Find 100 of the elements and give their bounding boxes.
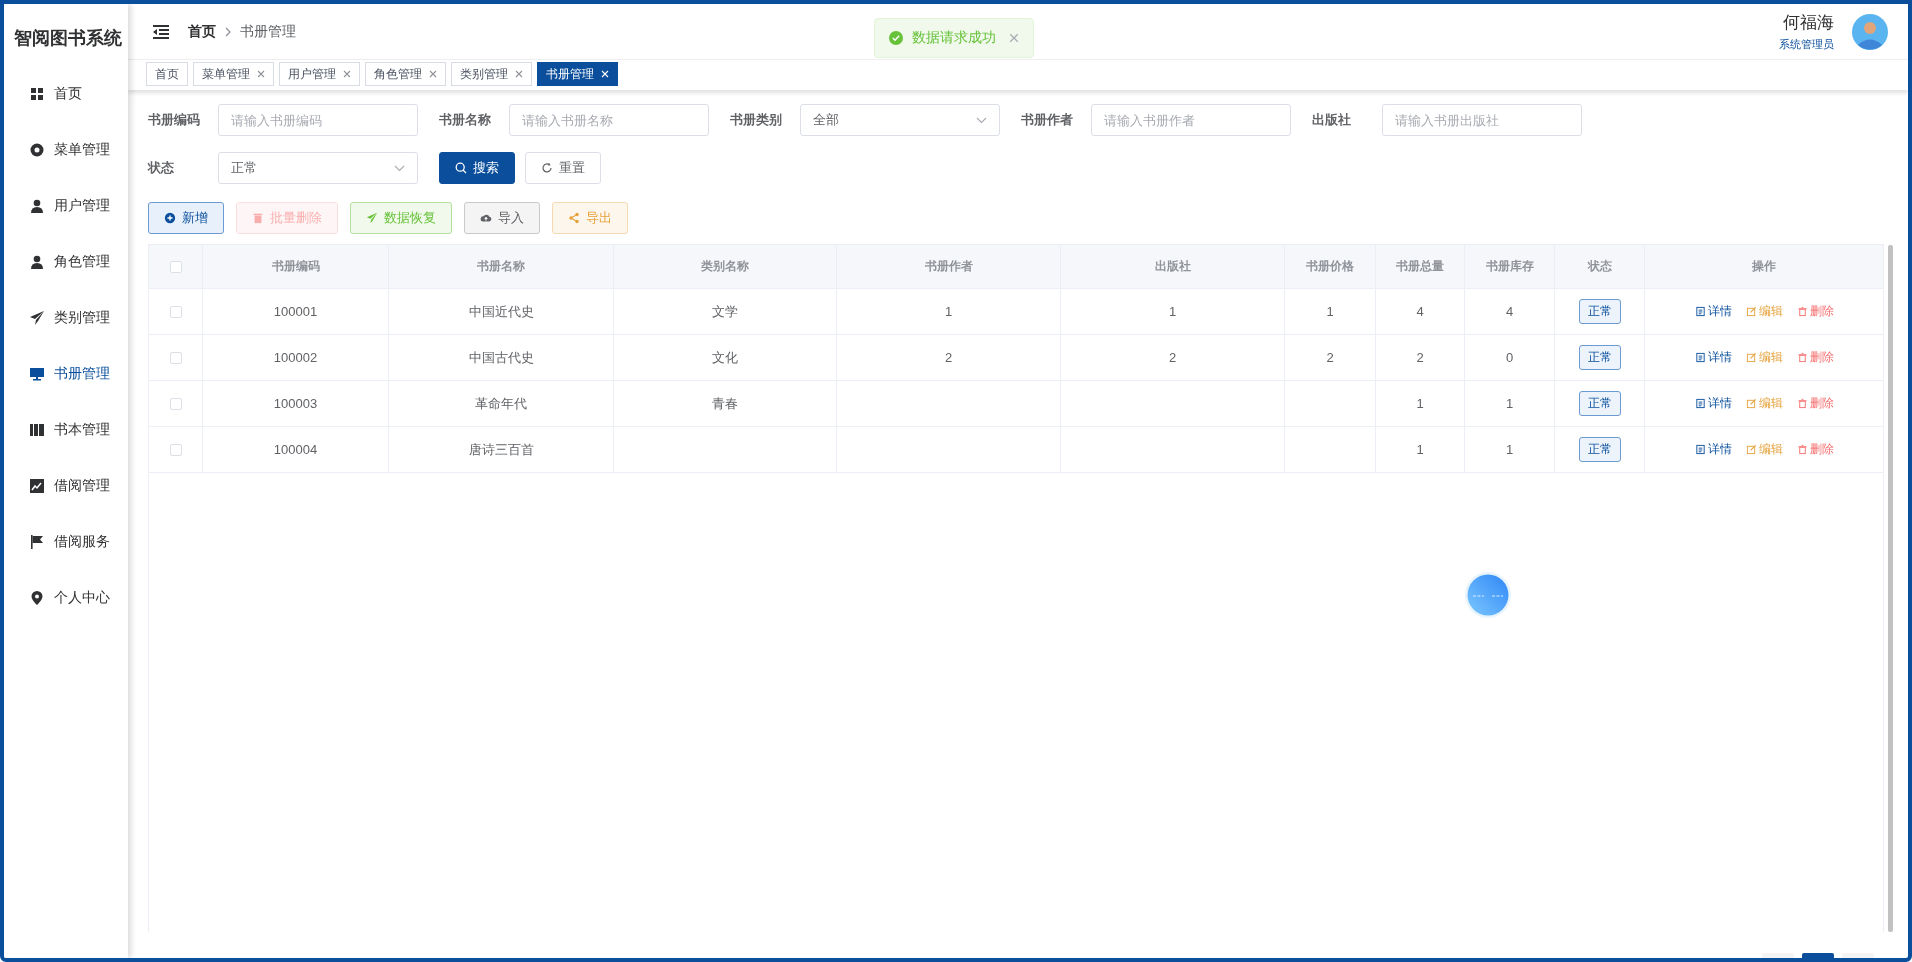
filter-label: 书册类别 xyxy=(730,111,783,129)
detail-link[interactable]: 详情 xyxy=(1694,441,1732,458)
reset-button[interactable]: 重置 xyxy=(525,152,601,184)
detail-link[interactable]: 详情 xyxy=(1694,303,1732,320)
table-cell: 1 xyxy=(837,289,1061,334)
table-cell: 青春 xyxy=(614,381,837,426)
input-field[interactable]: 请输入书册名称 xyxy=(509,104,709,136)
table-cell: 1 xyxy=(1285,289,1376,334)
input-field[interactable]: 请输入书册作者 xyxy=(1091,104,1291,136)
column-header: 书册库存 xyxy=(1465,245,1555,288)
sidebar-item[interactable]: 借阅服务 xyxy=(4,514,128,570)
select-field[interactable]: 正常 xyxy=(218,152,418,184)
table-cell: 2 xyxy=(837,335,1061,380)
column-header: 书册编码 xyxy=(203,245,389,288)
checkbox[interactable] xyxy=(169,305,182,318)
checkbox[interactable] xyxy=(169,397,182,410)
status-tag: 正常 xyxy=(1578,391,1621,416)
floating-ball-icon[interactable] xyxy=(1464,571,1512,619)
page-tab[interactable]: 用户管理 xyxy=(279,62,360,86)
avatar-icon[interactable] xyxy=(1852,13,1888,50)
search-icon xyxy=(455,162,467,174)
sidebar-item[interactable]: 书本管理 xyxy=(4,402,128,458)
sidebar-item[interactable]: 借阅管理 xyxy=(4,458,128,514)
monitor-icon xyxy=(29,366,45,382)
filter-label: 书册名称 xyxy=(439,111,492,129)
document-icon xyxy=(1694,444,1706,455)
breadcrumb-item[interactable]: 首页 xyxy=(188,22,216,41)
ring-icon xyxy=(29,142,45,158)
menu-toggle-icon[interactable] xyxy=(152,23,170,40)
pencil-icon xyxy=(1745,444,1757,455)
filter-label: 书册编码 xyxy=(148,111,201,129)
column-header: 操作 xyxy=(1751,258,1777,275)
sidebar-item[interactable]: 书册管理 xyxy=(4,346,128,402)
sidebar-item[interactable]: 首页 xyxy=(4,66,128,122)
sidebar-item[interactable]: 角色管理 xyxy=(4,234,128,290)
sidebar-item[interactable]: 类别管理 xyxy=(4,290,128,346)
paper-plane-icon xyxy=(29,310,45,326)
toolbar-button[interactable]: 新增 xyxy=(148,202,224,234)
location-pin-icon xyxy=(29,590,45,606)
input-field[interactable]: 请输入书册出版社 xyxy=(1382,104,1582,136)
filter-label: 书册作者 xyxy=(1021,111,1074,129)
status-tag: 正常 xyxy=(1578,345,1621,370)
sidebar-item[interactable]: 用户管理 xyxy=(4,178,128,234)
plus-circle-icon xyxy=(164,212,176,224)
table-cell: 唐诗三百首 xyxy=(389,427,614,472)
page-button[interactable] xyxy=(1802,953,1834,958)
cloud-upload-icon xyxy=(480,212,492,224)
table-cell: 1 xyxy=(1061,289,1285,334)
page-tab[interactable]: 菜单管理 xyxy=(193,62,274,86)
person-icon xyxy=(29,254,45,270)
table-cell: 中国近代史 xyxy=(389,289,614,334)
table-cell: 革命年代 xyxy=(389,381,614,426)
column-header: 状态 xyxy=(1555,245,1645,288)
table-cell: 100004 xyxy=(203,427,389,472)
filter-label: 出版社 xyxy=(1312,111,1352,129)
page-tab[interactable]: 类别管理 xyxy=(451,62,532,86)
table-cell: 100001 xyxy=(203,289,389,334)
table-cell: 1 xyxy=(1465,381,1555,426)
checkbox[interactable] xyxy=(169,260,182,273)
refresh-icon xyxy=(541,162,553,174)
document-icon xyxy=(1694,352,1706,363)
table-cell: 2 xyxy=(1061,335,1285,380)
filter-label: 状态 xyxy=(148,159,175,177)
table-cell: 文化 xyxy=(614,335,837,380)
chevron-down-icon xyxy=(976,116,987,124)
table-cell: 中国古代史 xyxy=(389,335,614,380)
toolbar-button[interactable]: 导入 xyxy=(464,202,540,234)
sidebar-item[interactable]: 菜单管理 xyxy=(4,122,128,178)
share-icon xyxy=(568,212,580,224)
detail-link[interactable]: 详情 xyxy=(1694,395,1732,412)
input-field[interactable]: 请输入书册编码 xyxy=(218,104,418,136)
checkbox[interactable] xyxy=(169,443,182,456)
status-tag: 正常 xyxy=(1578,437,1621,462)
app-title: 智阅图书系统 xyxy=(13,27,123,50)
column-header: 书册名称 xyxy=(389,245,614,288)
column-header: 书册作者 xyxy=(837,245,1061,288)
search-button[interactable]: 搜索 xyxy=(439,152,515,184)
trash-icon xyxy=(252,212,264,224)
scrollbar[interactable] xyxy=(1888,245,1893,932)
detail-link[interactable]: 详情 xyxy=(1694,349,1732,366)
sidebar-item[interactable]: 个人中心 xyxy=(4,570,128,626)
person-icon xyxy=(29,198,45,214)
page-tab[interactable]: 书册管理 xyxy=(537,62,618,86)
pencil-icon xyxy=(1745,398,1757,409)
paper-plane-icon xyxy=(366,212,378,224)
pencil-icon xyxy=(1745,352,1757,363)
column-header: 类别名称 xyxy=(614,245,837,288)
document-icon xyxy=(1694,306,1706,317)
chevron-right-icon xyxy=(224,26,232,37)
trash-icon xyxy=(1796,306,1808,317)
table-cell: 4 xyxy=(1376,289,1465,334)
page-tab[interactable]: 首页 xyxy=(146,62,188,86)
user-role: 系统管理员 xyxy=(1779,37,1834,52)
page-tab[interactable]: 角色管理 xyxy=(365,62,446,86)
table-cell: 100003 xyxy=(203,381,389,426)
checkbox[interactable] xyxy=(169,351,182,364)
table-cell: 2 xyxy=(1285,335,1376,380)
flag-icon xyxy=(29,534,45,550)
breadcrumb-item: 书册管理 xyxy=(240,22,296,41)
select-field[interactable]: 全部 xyxy=(800,104,1000,136)
